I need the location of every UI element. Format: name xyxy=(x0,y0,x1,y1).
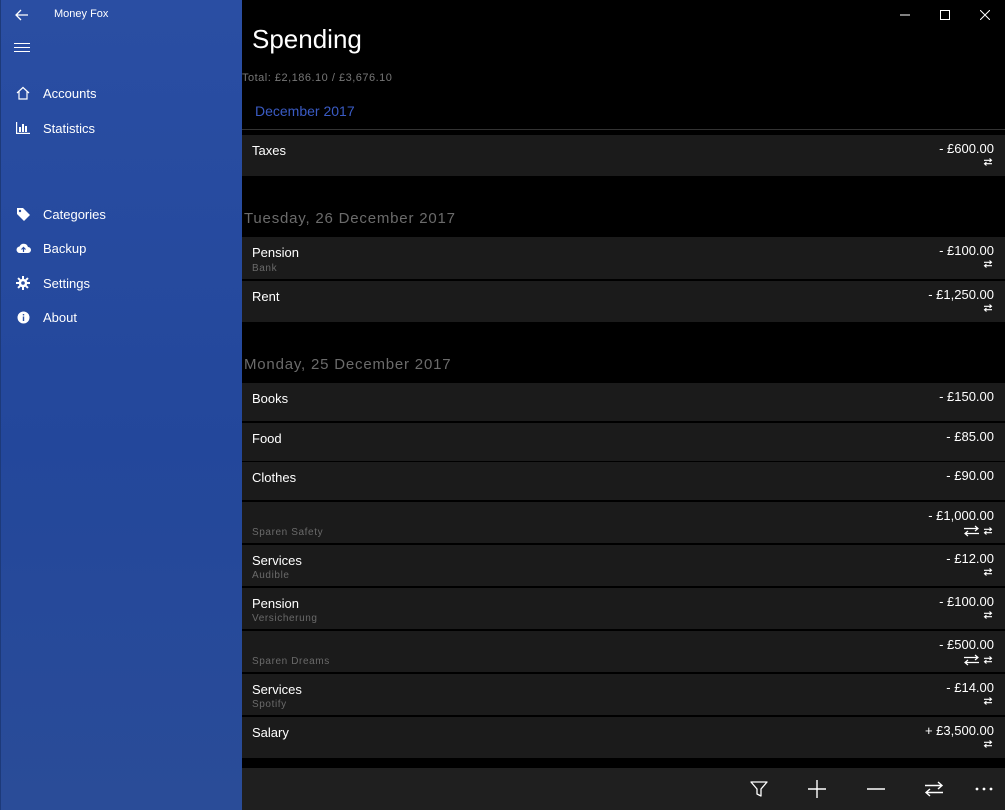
recurring-icon xyxy=(983,260,993,268)
payment-amount: - £85.00 xyxy=(946,429,994,444)
recurring-icon xyxy=(983,568,993,576)
add-button[interactable] xyxy=(803,776,831,802)
payment-row[interactable]: Food - £85.00 xyxy=(242,423,1005,461)
minimize-icon xyxy=(900,14,910,16)
recurring-icon xyxy=(983,304,993,312)
cloud-upload-icon xyxy=(15,240,31,256)
more-button[interactable] xyxy=(970,776,998,802)
sidebar-item-statistics[interactable]: Statistics xyxy=(1,111,243,145)
info-icon xyxy=(15,309,31,325)
gear-icon xyxy=(15,275,31,291)
maximize-button[interactable] xyxy=(925,0,965,30)
payment-row[interactable]: Services Audible - £12.00 xyxy=(242,545,1005,586)
payment-amount: - £1,000.00 xyxy=(928,508,994,523)
transfer-button[interactable] xyxy=(920,776,948,802)
recurring-icon xyxy=(983,697,993,705)
sidebar-item-settings[interactable]: Settings xyxy=(1,266,243,300)
sidebar-item-accounts[interactable]: Accounts xyxy=(1,76,243,110)
sidebar-item-label: Accounts xyxy=(43,85,97,101)
filter-icon xyxy=(750,781,768,797)
sidebar-item-backup[interactable]: Backup xyxy=(1,231,243,265)
maximize-icon xyxy=(940,10,950,20)
sidebar-item-about[interactable]: About xyxy=(1,300,243,334)
payment-amount: - £1,250.00 xyxy=(928,287,994,302)
navigation-pane: Money Fox Accounts Statistics Categories xyxy=(0,0,242,810)
payment-row[interactable]: Pension Versicherung - £100.00 xyxy=(242,588,1005,629)
transfer-recurring-icon xyxy=(963,654,993,666)
transfer-recurring-icon xyxy=(963,525,993,537)
transfer-icon xyxy=(924,781,944,797)
recurring-icon xyxy=(983,611,993,619)
payment-note: Sparen Safety xyxy=(252,527,324,538)
date-header: Tuesday, 26 December 2017 xyxy=(244,210,456,227)
payment-amount: - £100.00 xyxy=(939,594,994,609)
filter-button[interactable] xyxy=(745,776,773,802)
sidebar-item-label: Categories xyxy=(43,206,106,222)
minimize-button[interactable] xyxy=(885,0,925,30)
add-icon xyxy=(808,780,826,798)
payment-amount: - £150.00 xyxy=(939,389,994,404)
payment-category: Salary xyxy=(252,725,289,740)
payment-category: Food xyxy=(252,431,282,446)
app-titlebar: Money Fox xyxy=(1,0,243,30)
payment-row[interactable]: Pension Bank - £100.00 xyxy=(242,237,1005,279)
divider xyxy=(242,129,1005,130)
payment-category: Pension xyxy=(252,245,299,260)
payment-note: Versicherung xyxy=(252,613,318,624)
totals-summary: Total: £2,186.10 / £3,676.10 xyxy=(242,72,393,84)
remove-button[interactable] xyxy=(862,776,890,802)
remove-icon xyxy=(867,788,885,790)
payment-note: Bank xyxy=(252,263,278,274)
payment-category: Pension xyxy=(252,596,299,611)
recurring-icon xyxy=(983,740,993,748)
more-icon xyxy=(975,787,993,791)
payment-amount: + £3,500.00 xyxy=(924,723,994,738)
payment-row[interactable]: Rent - £1,250.00 xyxy=(242,281,1005,322)
payment-row[interactable]: Books - £150.00 xyxy=(242,383,1005,421)
payment-amount: - £500.00 xyxy=(939,637,994,652)
payment-note: Spotify xyxy=(252,699,287,710)
payment-row[interactable]: Salary + £3,500.00 xyxy=(242,717,1005,758)
payment-category: Services xyxy=(252,553,302,568)
payment-row[interactable]: Sparen Dreams - £500.00 xyxy=(242,631,1005,672)
app-title: Money Fox xyxy=(54,8,109,20)
payment-note: Audible xyxy=(252,570,290,581)
hamburger-menu-button[interactable] xyxy=(14,41,30,55)
payment-row[interactable]: Services Spotify - £14.00 xyxy=(242,674,1005,715)
payment-amount: - £90.00 xyxy=(946,468,994,483)
payment-amount: - £12.00 xyxy=(946,551,994,566)
close-icon xyxy=(980,10,990,20)
payment-category: Rent xyxy=(252,289,280,304)
spending-page: Spending Total: £2,186.10 / £3,676.10 De… xyxy=(242,0,1005,810)
sidebar-item-label: Settings xyxy=(43,275,90,291)
payment-row[interactable]: Clothes - £90.00 xyxy=(242,462,1005,500)
close-button[interactable] xyxy=(965,0,1005,30)
payment-note: Sparen Dreams xyxy=(252,656,330,667)
sidebar-item-label: Statistics xyxy=(43,120,96,136)
payment-row[interactable]: Taxes - £600.00 xyxy=(242,135,1005,176)
sidebar-item-categories[interactable]: Categories xyxy=(1,197,243,231)
recurring-icon xyxy=(983,158,993,166)
back-button[interactable] xyxy=(11,6,33,24)
date-header: Monday, 25 December 2017 xyxy=(244,356,452,373)
window-controls xyxy=(885,0,1005,30)
month-header: December 2017 xyxy=(255,103,355,119)
bar-chart-icon xyxy=(15,120,31,136)
payment-category: Taxes xyxy=(252,143,286,158)
payment-row[interactable]: Sparen Safety - £1,000.00 xyxy=(242,502,1005,543)
back-arrow-icon xyxy=(15,9,28,21)
payment-category: Services xyxy=(252,682,302,697)
payment-category: Clothes xyxy=(252,470,297,485)
payment-amount: - £600.00 xyxy=(939,141,994,156)
payment-amount: - £14.00 xyxy=(946,680,994,695)
home-icon xyxy=(15,85,31,101)
command-bar xyxy=(242,768,1005,810)
payment-category: Books xyxy=(252,391,289,406)
payment-amount: - £100.00 xyxy=(939,243,994,258)
sidebar-item-label: About xyxy=(43,309,77,325)
page-title: Spending xyxy=(252,24,362,54)
tag-icon xyxy=(15,206,31,222)
sidebar-item-label: Backup xyxy=(43,240,87,256)
